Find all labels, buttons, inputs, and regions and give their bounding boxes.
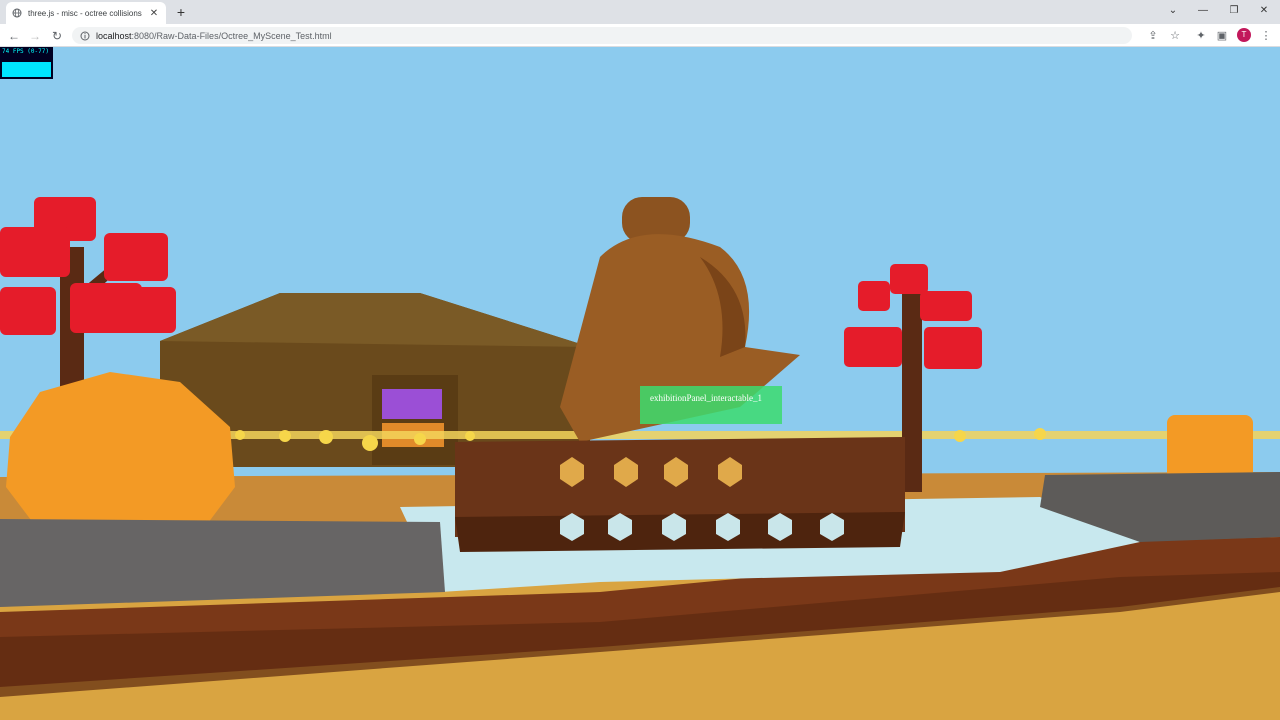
info-icon[interactable]: [80, 31, 90, 41]
tab-close-icon[interactable]: ✕: [148, 8, 160, 19]
window-close-icon[interactable]: ✕: [1251, 2, 1277, 20]
fps-graph: [2, 62, 51, 77]
url-path: :8080/Raw-Data-Files/Octree_MyScene_Test…: [131, 30, 332, 41]
share-icon[interactable]: ⇪: [1144, 27, 1162, 45]
browser-toolbar: ← → ↻ localhost:8080/Raw-Data-Files/Octr…: [0, 24, 1280, 47]
menu-kebab-icon[interactable]: ⋮: [1257, 27, 1275, 45]
restore-icon[interactable]: ❐: [1221, 2, 1247, 20]
browser-window: three.js - misc - octree collisions ✕ + …: [0, 0, 1280, 720]
purple-panel: [382, 389, 442, 419]
forward-icon[interactable]: →: [26, 27, 44, 45]
3d-scene[interactable]: [0, 47, 1280, 720]
interactable-label[interactable]: exhibitionPanel_interactable_1: [640, 386, 782, 424]
fps-stats-panel: 74 FPS (0-77): [0, 47, 53, 79]
address-bar[interactable]: localhost:8080/Raw-Data-Files/Octree_MyS…: [72, 27, 1132, 44]
globe-icon: [12, 8, 22, 18]
url-host: localhost: [96, 30, 132, 41]
reload-icon[interactable]: ↻: [48, 27, 66, 45]
gray-ledge-left: [0, 519, 445, 607]
tab-active[interactable]: three.js - misc - octree collisions ✕: [6, 2, 166, 24]
tab-search-chevron-icon[interactable]: ⌄: [1160, 2, 1186, 20]
back-icon[interactable]: ←: [5, 27, 23, 45]
tab-title: three.js - misc - octree collisions: [28, 8, 142, 18]
fps-label: 74 FPS (0-77): [2, 48, 49, 55]
side-panel-icon[interactable]: ▣: [1213, 27, 1231, 45]
tab-strip: three.js - misc - octree collisions ✕ + …: [0, 0, 1280, 24]
webgl-viewport[interactable]: 74 FPS (0-77) exhibitionPanel_interactab…: [0, 47, 1280, 720]
extensions-puzzle-icon[interactable]: ✦: [1192, 27, 1210, 45]
lattice-fence: [455, 437, 905, 552]
minimize-icon[interactable]: —: [1190, 2, 1216, 20]
bookmark-star-icon[interactable]: ☆: [1166, 27, 1184, 45]
profile-avatar[interactable]: T: [1237, 28, 1251, 42]
new-tab-icon[interactable]: +: [172, 3, 190, 21]
